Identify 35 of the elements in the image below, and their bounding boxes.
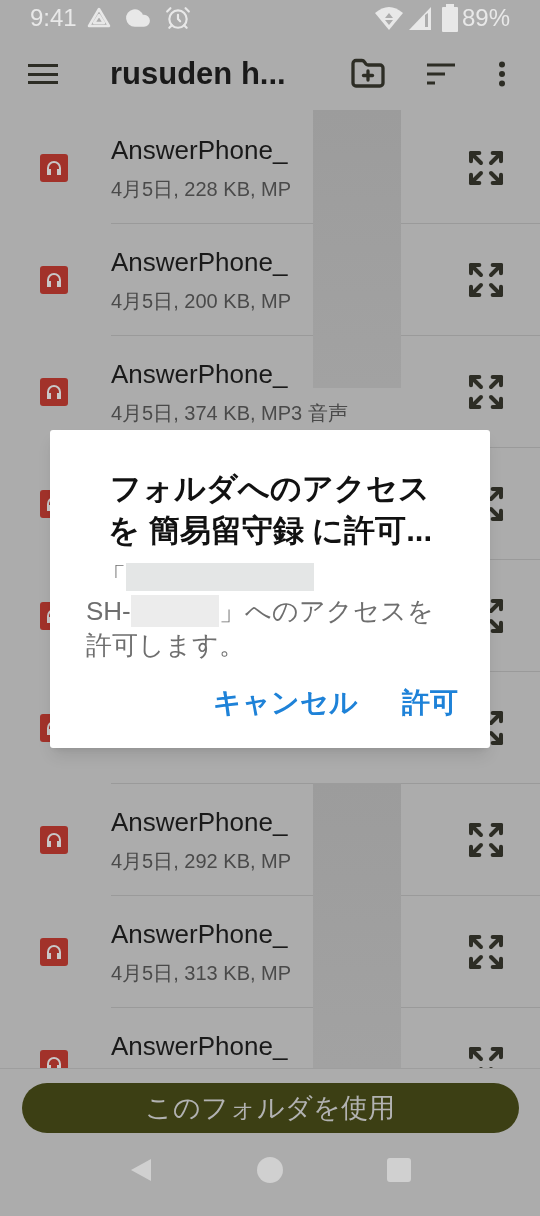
dialog-button[interactable]: キャンセル <box>213 682 358 724</box>
file-name: AnswerPhone_ <box>111 918 288 951</box>
file-name: AnswerPhone_ <box>111 246 288 279</box>
more-button[interactable] <box>498 61 506 87</box>
headphones-icon <box>39 938 68 966</box>
file-name: AnswerPhone_ <box>111 806 288 839</box>
menu-button[interactable] <box>28 64 58 84</box>
dialog-message: 」へのアクセスを <box>218 595 434 628</box>
wifi-icon <box>373 5 404 31</box>
headphones-icon <box>39 378 68 406</box>
file-details: 4月5日, 200 KB, MP <box>111 289 292 314</box>
file-name: AnswerPhone_ <box>111 358 288 391</box>
folder-title: rusuden h... <box>110 54 286 93</box>
file-details: 4月5日, 228 KB, MP <box>111 177 292 202</box>
signal-icon <box>407 5 432 31</box>
dialog-message: 許可します。 <box>86 630 245 660</box>
sort-button[interactable] <box>426 63 456 85</box>
dialog-title: フォルダへのアクセスを 簡易留守録 に許可... <box>106 470 434 550</box>
alarm-icon <box>164 5 191 31</box>
headphones-icon <box>39 154 68 182</box>
battery-percent: 89% <box>461 3 510 33</box>
file-name: AnswerPhone_ <box>111 1030 288 1063</box>
battery-icon <box>441 4 458 32</box>
file-details: 4月5日, 374 KB, MP3 音声 <box>111 401 348 426</box>
triangle-icon <box>86 7 111 29</box>
quote-mark: 「 <box>100 561 126 594</box>
file-details: 4月5日, 292 KB, MP <box>111 849 292 874</box>
use-folder-button[interactable]: このフォルダを使用 <box>21 1083 519 1133</box>
device-prefix: SH- <box>86 595 131 628</box>
status-time: 9:41 <box>30 3 77 33</box>
headphones-icon <box>39 266 68 294</box>
file-name: AnswerPhone_ <box>111 134 288 167</box>
file-details: 4月5日, 313 KB, MP <box>111 961 292 986</box>
dialog-button[interactable]: 許可 <box>402 682 458 724</box>
headphones-icon <box>39 826 68 854</box>
